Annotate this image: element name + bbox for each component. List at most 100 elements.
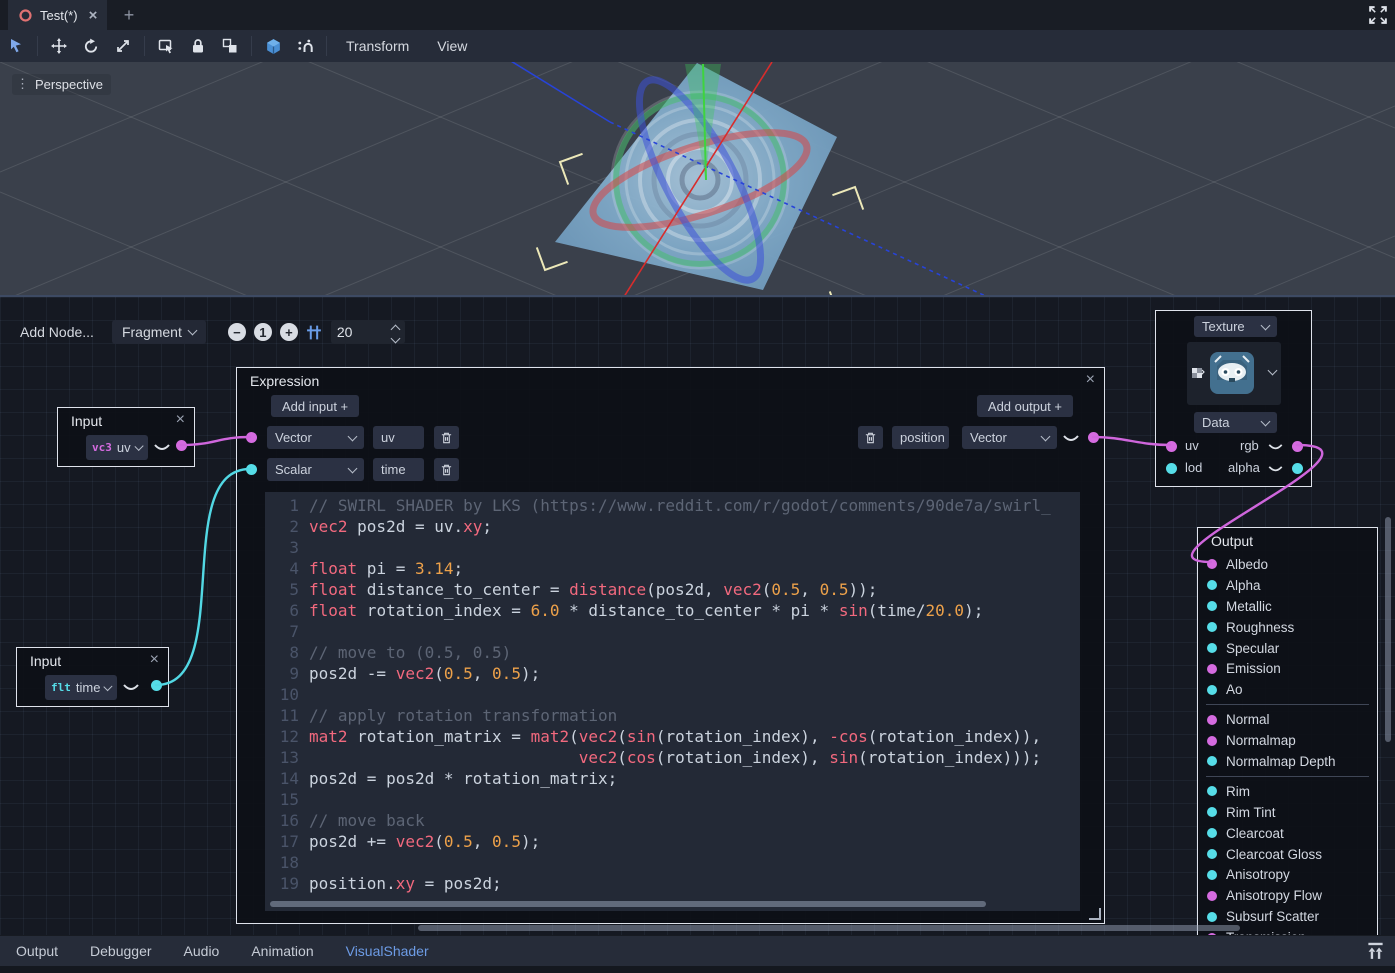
rotate-tool-button[interactable] [75,33,107,59]
bottom-tab-debugger[interactable]: Debugger [74,943,168,959]
output-port-anisotropy[interactable]: Anisotropy [1198,864,1377,885]
grid-snap-toggle[interactable] [306,324,323,341]
new-tab-button[interactable]: + [118,2,140,28]
texture-source-dropdown[interactable]: Texture [1194,316,1277,337]
code-hscrollbar[interactable] [270,901,986,907]
output-port-position[interactable] [1088,432,1099,443]
move-tool-button[interactable] [43,33,75,59]
texture-data-dropdown[interactable]: Data [1194,412,1277,433]
zoom-in-button[interactable]: + [280,323,298,341]
scene-tab-test[interactable]: Test(*) × [8,0,107,30]
output-port-rgb[interactable] [1292,441,1303,452]
shader-stage-dropdown[interactable]: Fragment [112,320,206,344]
output-port-time[interactable] [151,680,162,691]
output-port-rim-tint[interactable]: Rim Tint [1198,802,1377,823]
bottom-tab-animation[interactable]: Animation [235,943,329,959]
group-button[interactable] [214,33,246,59]
input-name-field[interactable]: time [373,458,424,481]
graph-hscrollbar[interactable] [418,925,1240,931]
port-preview-icon[interactable] [1268,465,1283,473]
output-port-specular[interactable]: Specular [1198,638,1377,659]
graph-vscrollbar[interactable] [1385,517,1391,742]
input-type-dropdown[interactable]: Scalar [267,458,364,481]
zoom-reset-button[interactable]: 1 [254,323,272,341]
port-dot[interactable] [1207,622,1217,632]
port-dot[interactable] [1207,664,1217,674]
output-port-normal[interactable]: Normal [1198,709,1377,730]
input-time-node[interactable]: Input × flt time [16,647,169,707]
port-dot[interactable] [1207,807,1217,817]
output-port-uv[interactable] [176,440,187,451]
port-dot[interactable] [1207,912,1217,922]
port-dot[interactable] [1207,891,1217,901]
output-port-normalmap-depth[interactable]: Normalmap Depth [1198,751,1377,772]
transform-menu[interactable]: Transform [332,38,423,54]
port-dot[interactable] [1207,849,1217,859]
output-port-roughness[interactable]: Roughness [1198,617,1377,638]
input-port-uv[interactable] [1166,441,1177,452]
list-select-tool-button[interactable] [150,33,182,59]
close-icon[interactable]: × [1086,372,1095,388]
output-port-emission[interactable]: Emission [1198,658,1377,679]
port-dot[interactable] [1207,828,1217,838]
output-port-alpha[interactable] [1292,463,1303,474]
expression-code[interactable]: 1// SWIRL SHADER by LKS (https://www.red… [265,492,1080,911]
lock-button[interactable] [182,33,214,59]
texture-preview-box[interactable] [1187,342,1281,405]
input-name-field[interactable]: uv [373,426,424,449]
input-port-lod[interactable] [1166,463,1177,474]
input-source-dropdown[interactable]: vc3 uv [86,435,148,460]
local-space-button[interactable] [257,33,289,59]
port-preview-icon[interactable] [123,683,139,692]
output-port-albedo[interactable]: Albedo [1198,554,1377,575]
texture-edit-icon[interactable] [1191,367,1205,381]
delete-input-button[interactable] [434,426,459,449]
output-port-alpha[interactable]: Alpha [1198,575,1377,596]
visual-shader-graph[interactable]: Add Node... Fragment − 1 + 20 Input × [0,295,1395,935]
port-dot[interactable] [1207,756,1217,766]
port-dot[interactable] [1207,601,1217,611]
port-preview-icon[interactable] [154,443,170,452]
port-dot[interactable] [1207,643,1217,653]
port-dot[interactable] [1207,559,1217,569]
texture-node[interactable]: Texture [1155,310,1312,487]
output-port-clearcoat-gloss[interactable]: Clearcoat Gloss [1198,844,1377,865]
input-source-dropdown[interactable]: flt time [45,675,117,700]
zoom-out-button[interactable]: − [228,323,246,341]
output-node[interactable]: Output AlbedoAlphaMetallicRoughnessSpecu… [1197,527,1378,935]
viewport-3d[interactable]: ⋮ Perspective [0,62,1395,295]
output-port-metallic[interactable]: Metallic [1198,596,1377,617]
port-dot[interactable] [1207,933,1217,935]
close-icon[interactable]: × [150,652,159,668]
port-preview-icon[interactable] [1063,434,1079,443]
scale-tool-button[interactable] [107,33,139,59]
bottom-tab-output[interactable]: Output [0,943,74,959]
output-port-anisotropy-flow[interactable]: Anisotropy Flow [1198,885,1377,906]
port-dot[interactable] [1207,685,1217,695]
port-dot[interactable] [1207,786,1217,796]
output-port-ao[interactable]: Ao [1198,679,1377,700]
output-name-field[interactable]: position [892,426,949,449]
output-port-subsurf-scatter[interactable]: Subsurf Scatter [1198,906,1377,927]
snap-mode-button[interactable] [289,33,321,59]
expression-node[interactable]: Expression × Add input + Add output + Ve… [236,367,1105,924]
port-preview-icon[interactable] [1268,443,1283,451]
close-icon[interactable]: × [176,412,185,428]
collapse-panel-icon[interactable] [1366,941,1385,960]
port-dot[interactable] [1207,870,1217,880]
input-type-dropdown[interactable]: Vector [267,426,364,449]
port-dot[interactable] [1207,580,1217,590]
node-resize-handle[interactable] [1089,908,1101,920]
input-uv-node[interactable]: Input × vc3 uv [57,407,195,467]
snap-distance-spinbox[interactable]: 20 [331,320,405,344]
select-tool-button[interactable] [0,33,32,59]
input-port-time[interactable] [246,464,257,475]
bottom-tab-audio[interactable]: Audio [168,943,236,959]
delete-output-button[interactable] [858,426,883,449]
output-port-clearcoat[interactable]: Clearcoat [1198,823,1377,844]
add-input-button[interactable]: Add input + [271,395,359,417]
tab-close-icon[interactable]: × [89,7,98,24]
delete-input-button[interactable] [434,458,459,481]
perspective-button[interactable]: ⋮ Perspective [12,74,111,95]
view-menu[interactable]: View [423,38,481,54]
